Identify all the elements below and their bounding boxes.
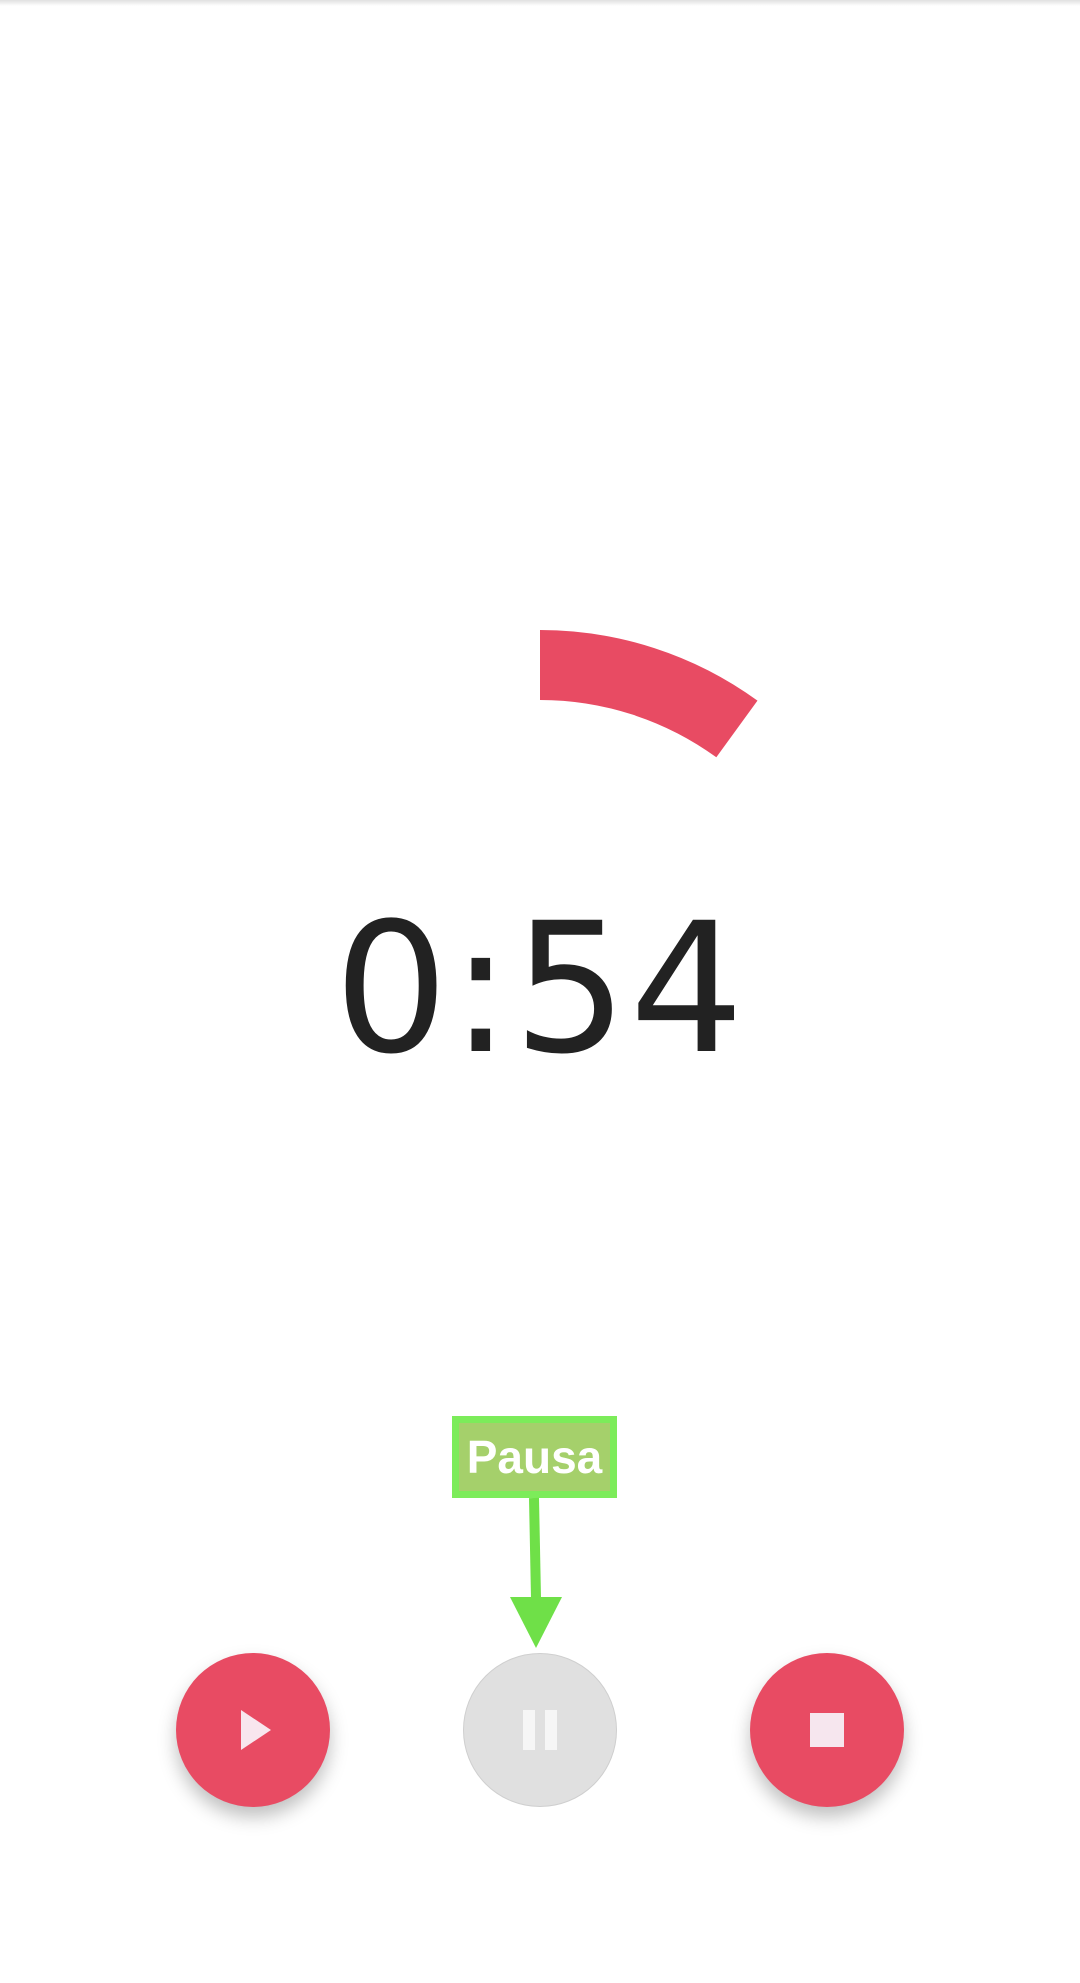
pause-icon [523,1710,557,1750]
progress-arc [539,630,758,758]
timer-screen: 0:54 Pausa [0,0,1080,1983]
stop-icon [810,1713,844,1747]
timer-display: 0:54 [333,885,747,1094]
play-button[interactable] [176,1653,330,1807]
pause-button[interactable] [463,1653,617,1807]
stop-button[interactable] [750,1653,904,1807]
status-bar-shadow [0,0,1080,6]
play-icon [241,1710,271,1750]
pause-tooltip: Pausa [452,1416,617,1498]
pause-tooltip-label: Pausa [459,1423,610,1491]
